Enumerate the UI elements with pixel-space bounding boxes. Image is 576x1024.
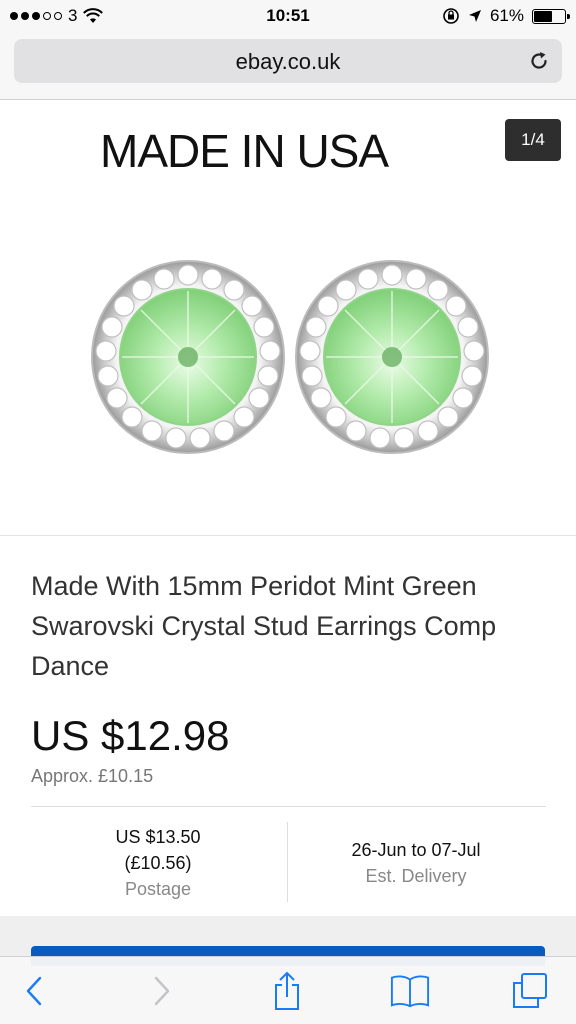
delivery-label: Est. Delivery [365, 866, 467, 886]
product-title: Made With 15mm Peridot Mint Green Swarov… [31, 571, 497, 681]
bookmarks-button[interactable] [390, 971, 430, 1011]
image-banner-text: MADE IN USA [100, 125, 389, 177]
tabs-icon [513, 973, 547, 1008]
postage-label: Postage [124, 879, 192, 899]
status-right: 61% [442, 6, 570, 26]
orientation-lock-icon [443, 8, 459, 24]
back-button[interactable] [14, 971, 54, 1011]
tabs-button[interactable] [510, 971, 550, 1011]
location-arrow-icon [468, 10, 481, 22]
url-text[interactable]: ebay.co.uk [14, 49, 562, 75]
browser-toolbar [0, 956, 576, 1024]
share-icon [275, 971, 299, 1010]
forward-button[interactable] [142, 971, 182, 1011]
status-bar: 3 10:51 61% [0, 0, 576, 34]
forward-chevron-icon [154, 976, 170, 1006]
battery-icon [532, 8, 570, 24]
product-price: US $12.98 [31, 712, 230, 759]
delivery-info: 26-Jun to 07-Jul Est. Delivery [288, 837, 544, 889]
reload-icon[interactable] [528, 50, 550, 72]
divider [31, 806, 546, 807]
delivery-range: 26-Jun to 07-Jul [351, 840, 481, 860]
browser-address-area: ebay.co.uk [0, 34, 576, 100]
product-image-gallery[interactable]: MADE IN USA 1/4 [0, 102, 576, 536]
image-counter-badge: 1/4 [505, 119, 561, 161]
postage-usd: US $13.50 [115, 827, 201, 847]
postage-gbp: (£10.56) [124, 853, 192, 873]
back-chevron-icon [26, 976, 42, 1006]
earrings-image [91, 260, 489, 454]
postage-info: US $13.50 (£10.56) Postage [30, 824, 286, 902]
battery-percent: 61% [489, 6, 524, 25]
approx-price: Approx. £10.15 [31, 766, 154, 786]
address-bar[interactable]: ebay.co.uk [14, 39, 562, 83]
share-button[interactable] [267, 971, 307, 1011]
bookmarks-book-icon [390, 975, 430, 1008]
battery-fill [534, 10, 552, 22]
